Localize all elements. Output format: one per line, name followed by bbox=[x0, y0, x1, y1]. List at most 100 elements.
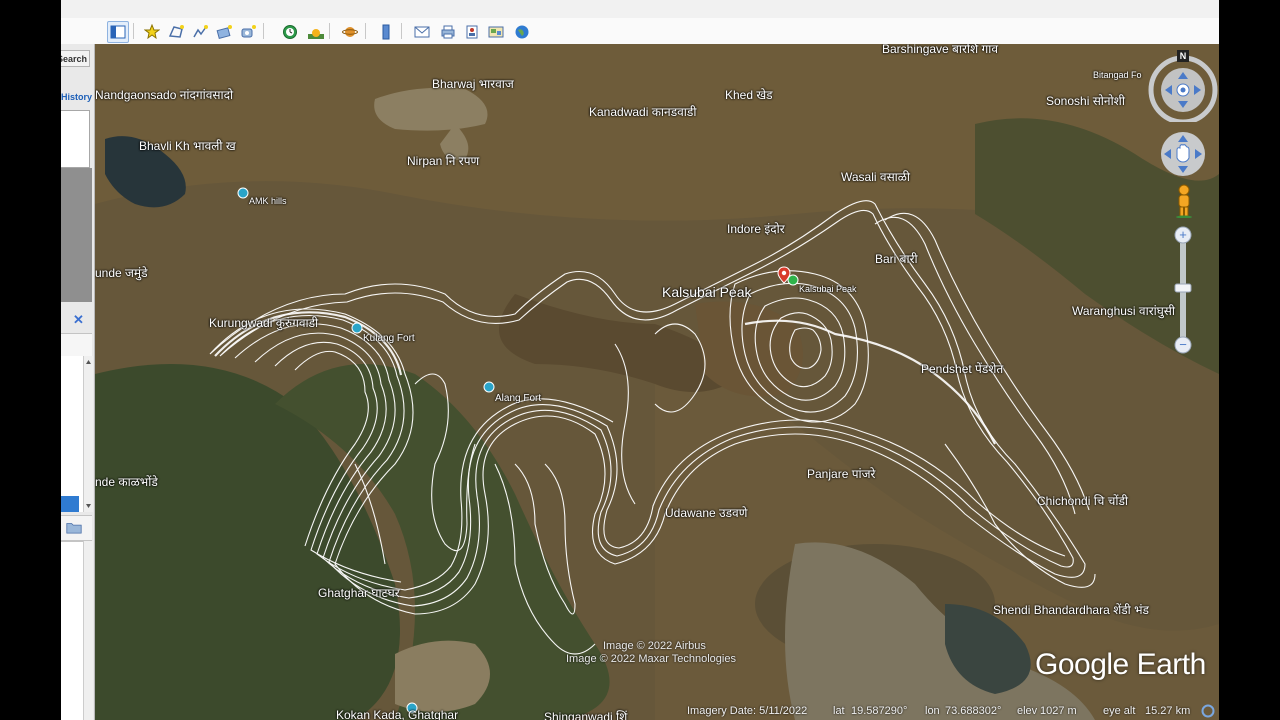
zoom-slider[interactable]: + − bbox=[1171, 226, 1195, 356]
save-image-button[interactable] bbox=[461, 21, 483, 43]
layers-scrollbar[interactable] bbox=[83, 541, 93, 720]
selected-place-item[interactable] bbox=[61, 496, 79, 512]
map-icon bbox=[488, 26, 504, 38]
places-scrollbar[interactable] bbox=[83, 356, 93, 512]
place-label-kalsubai[interactable]: Kalsubai Peak bbox=[662, 284, 752, 300]
toolbar-separator bbox=[263, 23, 264, 39]
place-label-waranghusi[interactable]: Waranghusi वारांघुसी bbox=[1072, 302, 1175, 319]
place-label-nandgaon[interactable]: Nandgaonsado नांदगांवसादो bbox=[95, 86, 233, 103]
toolbar bbox=[61, 18, 1219, 45]
satellite-terrain bbox=[95, 44, 1219, 720]
clock-icon bbox=[283, 25, 297, 39]
place-label-alang[interactable]: Alang Fort bbox=[495, 393, 541, 404]
history-link[interactable]: History bbox=[61, 92, 92, 102]
places-list[interactable] bbox=[61, 356, 83, 512]
email-button[interactable] bbox=[411, 21, 433, 43]
switch-planet-button[interactable] bbox=[339, 21, 361, 43]
place-label-pendshet[interactable]: Pendshet पेंडशेत bbox=[921, 360, 1003, 377]
hide-sidebar-button[interactable] bbox=[107, 21, 129, 43]
lon-label: lon bbox=[925, 705, 940, 717]
search-button[interactable]: Search bbox=[61, 50, 90, 67]
title-strip bbox=[61, 0, 1219, 19]
place-label-kulang[interactable]: Kulang Fort bbox=[363, 333, 415, 344]
earth-gallery-button[interactable] bbox=[511, 21, 533, 43]
placemark-icon[interactable] bbox=[787, 274, 799, 286]
historical-imagery-button[interactable] bbox=[279, 21, 301, 43]
move-joystick[interactable] bbox=[1159, 130, 1207, 178]
folder-icon bbox=[66, 523, 82, 534]
placemark-icon[interactable] bbox=[483, 381, 495, 393]
print-button[interactable] bbox=[437, 21, 459, 43]
add-placemark-button[interactable] bbox=[141, 21, 163, 43]
eye-alt-label: eye alt bbox=[1103, 705, 1136, 717]
place-label-ghatghar[interactable]: Ghatghar घाटघर bbox=[318, 584, 400, 601]
path-icon bbox=[193, 25, 208, 38]
ruler-icon bbox=[382, 24, 390, 40]
place-label-chichondi[interactable]: Chichondi चि चोंडी bbox=[1037, 492, 1128, 509]
place-label-kanadwadi[interactable]: Kanadwadi कानडवाडी bbox=[589, 103, 696, 120]
place-label-bitangad[interactable]: Bitangad Fo bbox=[1093, 70, 1142, 80]
planet-icon bbox=[342, 27, 358, 37]
place-label-kurungwadi[interactable]: Kurungwadi कुरुंगवाडी bbox=[209, 314, 318, 331]
toolbar-separator bbox=[401, 23, 402, 39]
place-label-udawane[interactable]: Udawane उडवणे bbox=[665, 504, 747, 521]
lat-label: lat bbox=[833, 705, 845, 717]
add-polygon-button[interactable] bbox=[165, 21, 187, 43]
place-label-khed[interactable]: Khed खेड bbox=[725, 86, 773, 103]
record-tour-button[interactable] bbox=[237, 21, 259, 43]
ruler-button[interactable] bbox=[375, 21, 397, 43]
place-label-bhavli[interactable]: Bhavli Kh भावली ख bbox=[139, 137, 236, 154]
sidebar-empty-area bbox=[61, 168, 92, 302]
place-label-amk[interactable]: AMK hills bbox=[249, 196, 287, 206]
place-label-bharwaj[interactable]: Bharwaj भारवाज bbox=[432, 75, 514, 92]
zoom-thumb bbox=[1174, 283, 1192, 293]
place-label-sonoshi[interactable]: Sonoshi सोनोशी bbox=[1046, 92, 1125, 109]
toolbar-separator bbox=[133, 23, 134, 39]
look-joystick[interactable]: N bbox=[1147, 48, 1219, 122]
map-view[interactable]: Barshingave बारशिं गाव Bitangad Fo Nandg… bbox=[95, 44, 1219, 720]
place-label-kokankada[interactable]: Kokan Kada, Ghatghar bbox=[336, 708, 458, 720]
place-label-panjare[interactable]: Panjare पांजरे bbox=[807, 465, 875, 482]
layers-list[interactable] bbox=[61, 541, 83, 720]
add-image-overlay-button[interactable] bbox=[213, 21, 235, 43]
lon-value: 73.688302° bbox=[945, 705, 1002, 717]
place-label-barshingave[interactable]: Barshingave बारशिं गाव bbox=[882, 44, 998, 57]
placemark-icon[interactable] bbox=[351, 322, 363, 334]
eye-alt-value: 15.27 km bbox=[1145, 705, 1191, 717]
place-label-nirpan[interactable]: Nirpan नि रपण bbox=[407, 152, 479, 169]
place-label-bari[interactable]: Bari बारी bbox=[875, 250, 918, 267]
view-in-maps-button[interactable] bbox=[485, 21, 507, 43]
place-label-shinganwadi[interactable]: Shinganwadi शिं bbox=[544, 708, 627, 720]
place-label-unde[interactable]: unde जमुंडे bbox=[95, 264, 148, 281]
place-label-indore[interactable]: Indore इंदोर bbox=[727, 220, 785, 237]
screen-border-right bbox=[1219, 0, 1280, 720]
place-label-kalbhonde[interactable]: nde काळभोंडे bbox=[95, 473, 158, 490]
google-earth-logo: Google Earth bbox=[1035, 648, 1206, 681]
toolbar-separator bbox=[365, 23, 366, 39]
sidebar: Search History ✕ bbox=[61, 44, 95, 720]
add-folder-button[interactable] bbox=[61, 515, 92, 541]
imagery-credit-airbus: Image © 2022 Airbus bbox=[603, 640, 706, 652]
places-header bbox=[61, 333, 92, 357]
place-label-shendi[interactable]: Shendi Bhandardhara शेंडी भंड bbox=[993, 601, 1149, 618]
zoom-in-icon: + bbox=[1179, 227, 1187, 242]
add-path-button[interactable] bbox=[189, 21, 211, 43]
save-image-icon bbox=[466, 25, 478, 39]
pushpin-icon bbox=[144, 24, 160, 40]
search-results-box bbox=[61, 110, 90, 168]
polygon-icon bbox=[168, 25, 184, 38]
pegman-icon[interactable] bbox=[1174, 184, 1194, 218]
hand-icon bbox=[1176, 144, 1190, 163]
place-label-wasali[interactable]: Wasali वसाळी bbox=[841, 168, 910, 185]
place-label-kalsubai-small[interactable]: Kalsubai Peak bbox=[799, 284, 857, 294]
printer-icon bbox=[441, 25, 455, 39]
elev-value: 1027 m bbox=[1040, 705, 1077, 717]
close-icon[interactable]: ✕ bbox=[73, 312, 84, 328]
placemark-icon[interactable] bbox=[237, 187, 249, 199]
sidebar-icon bbox=[110, 25, 126, 39]
sunlight-button[interactable] bbox=[305, 21, 327, 43]
zoom-out-icon: − bbox=[1179, 337, 1187, 352]
north-label: N bbox=[1180, 51, 1187, 61]
status-bar: Imagery Date: 5/11/2022 lat 19.587290° l… bbox=[675, 704, 1219, 720]
elev-label: elev bbox=[1017, 705, 1038, 717]
